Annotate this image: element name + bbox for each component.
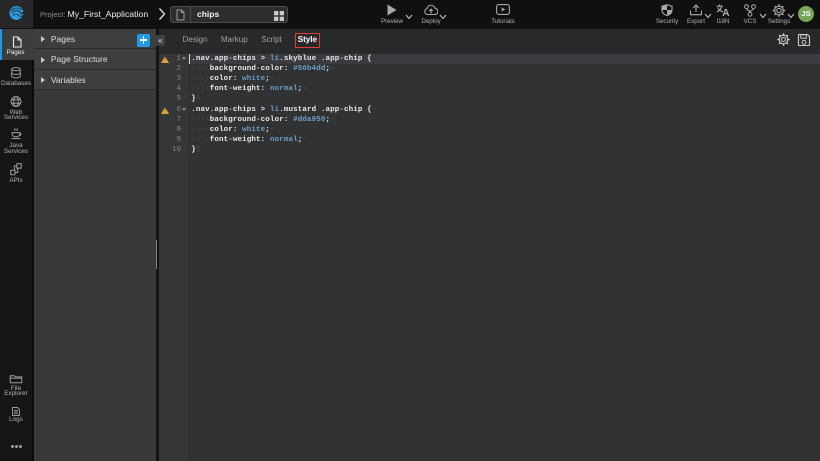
svg-text:A: A (722, 8, 729, 16)
